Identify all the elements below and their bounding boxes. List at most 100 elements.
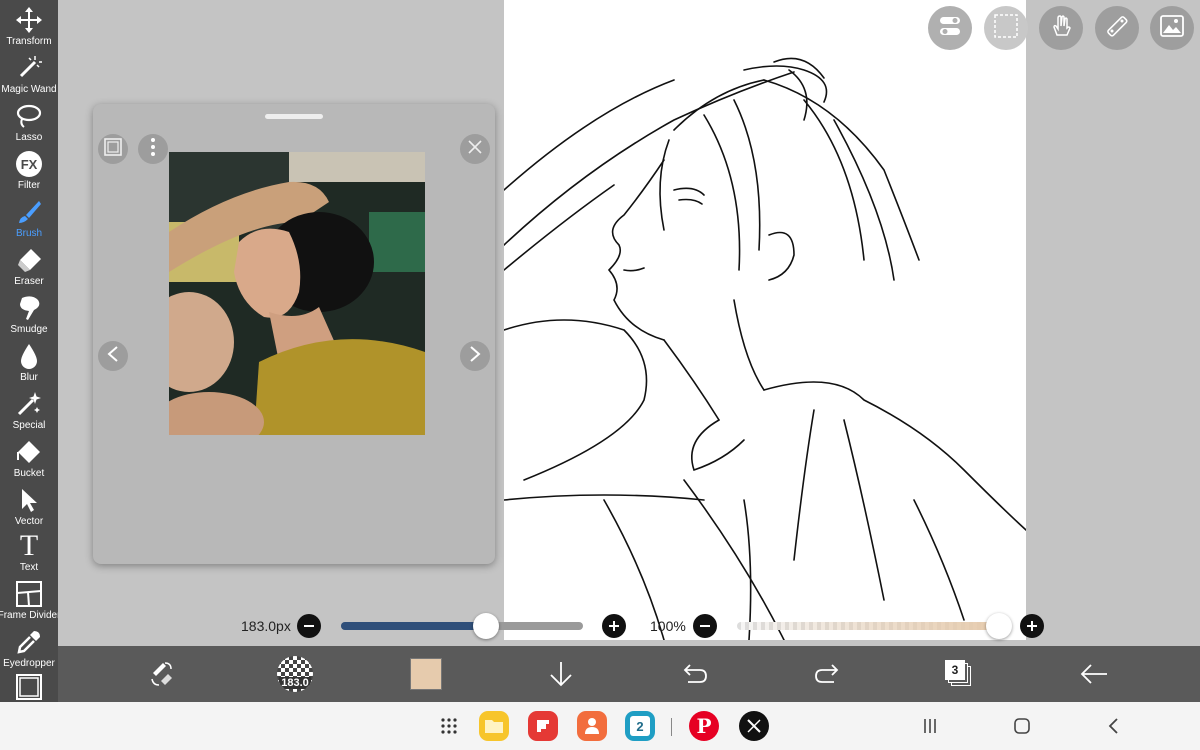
chevron-left-icon [106,345,120,368]
system-back-button[interactable] [1102,714,1126,738]
drop-icon [0,340,58,372]
sparkle-icon [0,388,58,420]
app-drawer-icon [441,718,457,734]
color-swatch-button[interactable] [410,658,442,690]
close-icon [467,139,483,160]
tool-frame-divider[interactable]: Frame Divider [0,578,61,626]
calendar-app-button[interactable]: 2 [625,711,655,741]
plus-icon [1027,621,1037,631]
opacity-thumb[interactable] [986,613,1012,639]
vector-arrow-icon [0,484,58,516]
x-app-icon [747,719,761,733]
tool-label: Blur [20,372,38,383]
tool-eyedropper[interactable]: Eyedropper [0,626,58,674]
tool-sidebar: Transform Magic Wand Lasso FX Filter Bru… [0,0,61,702]
brush-size-fill [341,622,487,630]
ref-close-button[interactable] [460,134,490,164]
tool-brush[interactable]: Brush [0,196,58,244]
app-drawer-button[interactable] [434,711,464,741]
ref-prev-button[interactable] [98,341,128,371]
tool-transform[interactable]: Transform [0,4,58,52]
minus-icon [304,625,314,627]
tool-bucket[interactable]: Bucket [0,436,58,484]
brush-size-slider[interactable] [341,622,583,630]
x-app-button[interactable] [739,711,769,741]
ref-next-button[interactable] [460,341,490,371]
brush-size-increase-button[interactable] [602,614,626,638]
flipboard-app-icon [537,720,549,732]
current-color-swatch [410,658,442,690]
brush-preview-button[interactable]: 183.0 [275,654,315,694]
pinterest-app-button[interactable]: P [689,711,719,741]
undo-button[interactable] [676,656,712,692]
ref-fit-button[interactable] [98,134,128,164]
ruler-button[interactable] [1095,6,1139,50]
tool-label: Eraser [14,276,44,287]
tool-label: Frame Divider [0,610,61,621]
contacts-app-button[interactable] [577,711,607,741]
drawing-canvas[interactable] [504,0,1026,640]
save-download-button[interactable] [543,656,579,692]
tool-label: Lasso [15,132,43,143]
toggle-settings-button[interactable] [928,6,972,50]
arrow-left-icon [1080,664,1107,684]
opacity-label: 100% [650,618,686,634]
smudge-icon [0,292,58,324]
minus-icon [700,625,710,627]
tool-special[interactable]: Special [0,388,58,436]
system-taskbar: 2 P [0,702,1200,750]
files-app-button[interactable] [479,711,509,741]
opacity-slider[interactable] [737,622,999,630]
ref-menu-button[interactable] [138,134,168,164]
tool-magic-wand[interactable]: Magic Wand [0,52,58,100]
tool-label: Eyedropper [3,658,55,669]
flipboard-app-button[interactable] [528,711,558,741]
drag-handle[interactable] [265,114,323,119]
app-window: Transform Magic Wand Lasso FX Filter Bru… [0,0,1200,750]
home-button[interactable] [1010,714,1034,738]
square-frame-icon [104,137,122,161]
image-button[interactable] [1150,6,1194,50]
bucket-icon [0,436,58,468]
touch-mode-button[interactable] [1039,6,1083,50]
tool-label: Transform [6,36,52,47]
swap-tool-button[interactable] [144,656,180,692]
tool-blur[interactable]: Blur [0,340,58,388]
selection-button[interactable] [984,6,1028,50]
layers-button[interactable]: 3 [941,656,977,692]
dashed-selection-icon [992,12,1020,45]
tool-canvas[interactable] [0,672,58,702]
more-vertical-icon [150,137,156,162]
tool-smudge[interactable]: Smudge [0,292,58,340]
tool-filter[interactable]: FX Filter [0,148,58,196]
brush-size-label: 183.0px [241,618,291,634]
pinterest-app-icon: P [696,714,712,738]
undo-icon [683,664,707,683]
home-icon [1014,718,1030,734]
opacity-decrease-button[interactable] [693,614,717,638]
reference-window[interactable] [93,104,495,564]
arrow-down-icon [550,662,572,687]
eraser-icon [0,244,58,276]
text-icon: T [0,530,58,562]
opacity-increase-button[interactable] [1020,614,1044,638]
tool-text[interactable]: T Text [0,530,58,578]
calendar-app-icon: 2 [630,716,650,736]
tool-label: Vector [14,516,44,527]
brush-size-thumb[interactable] [473,613,500,639]
brush-size-decrease-button[interactable] [297,614,321,638]
files-app-icon [485,720,503,733]
line-art-sketch [504,57,1026,640]
canvas-frame-icon [0,672,58,702]
tool-eraser[interactable]: Eraser [0,244,58,292]
recents-button[interactable] [918,714,942,738]
tool-vector[interactable]: Vector [0,484,58,532]
taskbar-divider [671,718,672,736]
chevron-right-icon [468,345,482,368]
back-button[interactable] [1076,656,1112,692]
tool-lasso[interactable]: Lasso [0,100,58,148]
redo-icon [815,664,839,683]
brush-icon [0,196,58,228]
redo-button[interactable] [810,656,846,692]
tool-label: Filter [17,180,41,191]
